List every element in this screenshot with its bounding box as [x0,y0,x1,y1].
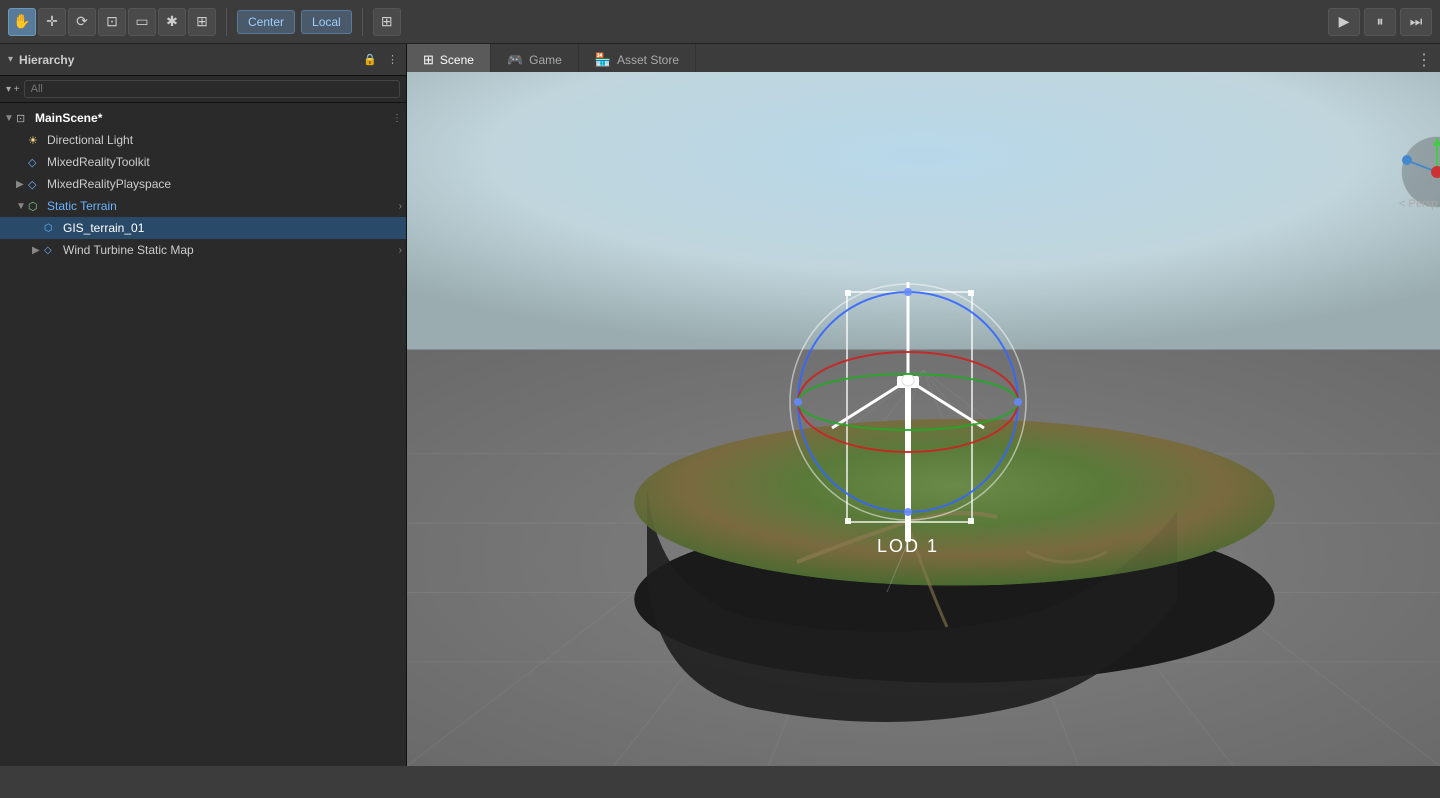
mrp-label: MixedRealityPlayspace [47,177,402,191]
pause-button[interactable]: ⏸ [1364,8,1396,36]
step-button[interactable]: ⏭ [1400,8,1432,36]
center-button[interactable]: Center [237,10,295,34]
play-button[interactable]: ▶ [1328,8,1360,36]
expand-arrow-mrp: ▶ [16,179,28,190]
expand-arrow-wt: ▶ [32,245,44,256]
expand-arrow: ▼ [4,113,16,124]
hierarchy-content: ▼ ⊡ MainScene* ⋮ ☀ Directional Light ◇ M… [0,103,406,766]
tree-item-gis-terrain[interactable]: ⬡ GIS_terrain_01 [0,217,406,239]
svg-text:LOD 1: LOD 1 [877,536,939,556]
scene-more-btn[interactable]: ⋮ [1416,44,1440,75]
scene-tab-icon: ⊞ [423,52,434,68]
tree-item-directional-light[interactable]: ☀ Directional Light [0,129,406,151]
directional-light-label: Directional Light [47,133,402,147]
tab-scene[interactable]: ⊞ Scene [407,44,491,75]
custom-tool[interactable]: ⊞ [188,8,216,36]
more-icon[interactable]: ⋮ [387,53,398,66]
tab-asset-store[interactable]: 🏪 Asset Store [579,44,696,75]
add-icon: ▾ [8,54,13,65]
top-toolbar: ✋ ✛ ⟳ ⊡ ▭ ✱ ⊞ Center Local ⊞ ▶ ⏸ ⏭ [0,0,1440,44]
scale-tool[interactable]: ⊡ [98,8,126,36]
asset-tab-icon: 🏪 [595,52,611,68]
expand-arrow-st: ▼ [16,201,28,212]
light-icon: ☀ [28,134,44,147]
scene-view[interactable]: ⊞ Scene 🎮 Game 🏪 Asset Store ⋮ Shaded 2D [407,44,1440,766]
tree-item-mrt[interactable]: ◇ MixedRealityToolkit [0,151,406,173]
rect-tool[interactable]: ▭ [128,8,156,36]
wind-arrow: › [399,245,402,256]
tab-game[interactable]: 🎮 Game [491,44,579,75]
tool-group-main: ✋ ✛ ⟳ ⊡ ▭ ✱ ⊞ [8,8,216,36]
scene-tab-label: Scene [440,53,474,67]
hand-tool[interactable]: ✋ [8,8,36,36]
lock-icon[interactable]: 🔒 [363,53,377,66]
tree-item-mrp[interactable]: ▶ ◇ MixedRealityPlayspace [0,173,406,195]
game-tab-label: Game [529,53,562,67]
asset-tab-label: Asset Store [617,53,679,67]
wind-turbine-label: Wind Turbine Static Map [63,243,399,257]
rotate-tool[interactable]: ⟳ [68,8,96,36]
terrain-icon: ⬡ [28,200,44,213]
terrain-child-icon: ⬡ [44,223,60,234]
separator-2 [362,8,363,36]
obj-icon2: ◇ [28,178,44,191]
separator-1 [226,8,227,36]
mainscene-label: MainScene* [35,111,392,125]
scene-canvas[interactable]: LOD 1 < Pers [407,72,1440,766]
game-tab-icon: 🎮 [507,52,523,68]
hierarchy-panel: ▾ Hierarchy 🔒 ⋮ ▾ + ▼ ⊡ MainScene* ⋮ ☀ D… [0,44,407,766]
svg-text:< Persp: < Persp [1399,198,1437,210]
terrain-arrow: › [399,201,402,212]
obj-icon: ◇ [28,156,44,169]
transform-tool[interactable]: ✱ [158,8,186,36]
hierarchy-title: Hierarchy [19,53,74,67]
add-button[interactable]: ▾ + [6,84,20,95]
grid-button[interactable]: ⊞ [373,8,401,36]
play-controls: ▶ ⏸ ⏭ [1328,8,1432,36]
tree-item-mainscene[interactable]: ▼ ⊡ MainScene* ⋮ [0,107,406,129]
hierarchy-search-input[interactable] [24,80,400,98]
scene-icon: ⊡ [16,112,32,125]
mrt-label: MixedRealityToolkit [47,155,402,169]
tree-item-static-terrain[interactable]: ▼ ⬡ Static Terrain › [0,195,406,217]
hierarchy-header: ▾ Hierarchy 🔒 ⋮ [0,44,406,76]
tree-item-wind-turbine[interactable]: ▶ ◇ Wind Turbine Static Map › [0,239,406,261]
main-layout: ▾ Hierarchy 🔒 ⋮ ▾ + ▼ ⊡ MainScene* ⋮ ☀ D… [0,44,1440,766]
gis-terrain-label: GIS_terrain_01 [63,221,402,235]
wind-icon: ◇ [44,245,60,256]
hierarchy-search-bar: ▾ + [0,76,406,103]
local-button[interactable]: Local [301,10,352,34]
move-tool[interactable]: ✛ [38,8,66,36]
static-terrain-label: Static Terrain [47,199,399,213]
item-more[interactable]: ⋮ [392,113,402,124]
